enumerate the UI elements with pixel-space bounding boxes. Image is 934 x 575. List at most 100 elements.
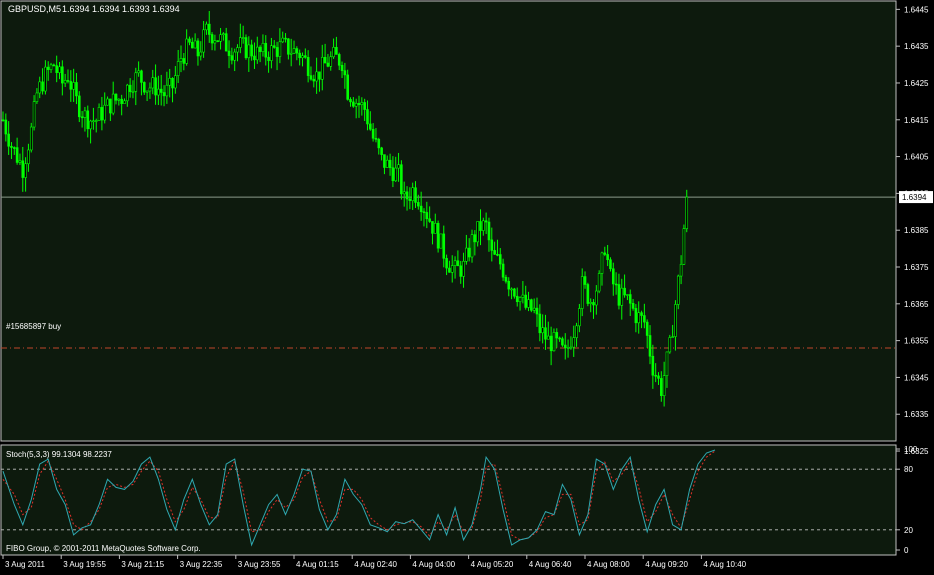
- candle-body: [498, 254, 502, 265]
- time-tick-label: 4 Aug 05:20: [471, 560, 514, 569]
- candle-body: [301, 55, 304, 59]
- candle-body: [335, 46, 338, 55]
- candle-body: [49, 64, 53, 70]
- candle-body: [637, 312, 641, 324]
- candle-body: [312, 78, 316, 82]
- candle-body: [142, 82, 146, 93]
- price-tick-label: 1.6355: [904, 337, 929, 346]
- price-pane[interactable]: 1.64451.64351.64251.64151.64051.63951.63…: [0, 0, 933, 456]
- candle-body: [287, 38, 290, 55]
- stochastic-pane[interactable]: 100 80 20 0 Stoch(5,3,3) 99.1304 98.2237 FI…: [0, 444, 918, 556]
- candle-body: [482, 220, 485, 231]
- candle-body: [261, 43, 265, 52]
- candle-body: [213, 40, 217, 44]
- candle-body: [453, 260, 457, 266]
- candle-body: [10, 145, 13, 148]
- candle-body: [660, 378, 663, 397]
- candle-body: [13, 147, 16, 149]
- candle-body: [541, 327, 544, 334]
- candle-body: [665, 351, 669, 376]
- candle-body: [219, 34, 222, 42]
- candle-body: [352, 101, 355, 107]
- candle-body: [275, 47, 279, 57]
- candle-body: [643, 315, 646, 323]
- candle-body: [563, 344, 567, 349]
- candle-body: [419, 205, 423, 213]
- candle-body: [363, 102, 366, 110]
- candle-body: [547, 335, 550, 340]
- candle-body: [628, 294, 632, 304]
- candle-body: [15, 147, 19, 163]
- candle-body: [357, 103, 361, 106]
- candle-body: [487, 221, 491, 241]
- candle-body: [258, 46, 262, 52]
- candle-body: [106, 98, 109, 106]
- time-tick-label: 3 Aug 19:55: [63, 560, 106, 569]
- candle-body: [329, 56, 333, 67]
- price-tick-label: 1.6415: [904, 116, 929, 125]
- candle-body: [442, 233, 446, 259]
- time-tick-label: 4 Aug 01:15: [296, 560, 339, 569]
- candle-body: [527, 299, 530, 308]
- candle-body: [94, 120, 98, 122]
- candle-body: [315, 71, 318, 82]
- candle-body: [58, 66, 61, 73]
- candle-body: [496, 253, 499, 256]
- candle-body: [682, 228, 686, 265]
- candle-body: [292, 48, 296, 54]
- candle-body: [467, 247, 471, 258]
- candle-body: [193, 40, 197, 49]
- candle-body: [151, 77, 155, 89]
- candle-body: [120, 98, 123, 104]
- candle-body: [530, 299, 533, 311]
- candle-body: [52, 64, 56, 67]
- time-tick-label: 4 Aug 10:40: [703, 560, 746, 569]
- candle-body: [134, 72, 138, 92]
- time-tick-label: 3 Aug 21:15: [121, 560, 164, 569]
- price-tick-label: 1.6445: [904, 5, 929, 14]
- candle-body: [29, 126, 33, 151]
- candle-body: [145, 90, 149, 93]
- chart-canvas[interactable]: 1.64451.64351.64251.64151.64051.63951.63…: [0, 0, 934, 570]
- candle-body: [445, 258, 448, 269]
- candle-body: [224, 33, 228, 52]
- candle-body: [250, 44, 253, 57]
- candle-body: [323, 57, 327, 64]
- candle-body: [162, 92, 166, 97]
- candle-body: [640, 312, 643, 316]
- candle-body: [668, 337, 672, 353]
- candle-body: [188, 38, 191, 43]
- candle-body: [606, 254, 609, 261]
- candle-body: [631, 302, 635, 309]
- candle-body: [405, 191, 409, 200]
- candle-body: [473, 234, 477, 243]
- candle-body: [383, 154, 386, 168]
- candle-body: [205, 23, 208, 31]
- candle-body: [609, 259, 612, 270]
- time-tick-label: 4 Aug 06:40: [529, 560, 572, 569]
- candle-body: [544, 327, 547, 340]
- candle-body: [284, 37, 287, 40]
- candle-body: [408, 198, 412, 201]
- candle-body: [501, 263, 505, 278]
- candle-body: [374, 137, 378, 140]
- candle-body: [572, 337, 576, 348]
- price-pane-frame: [0, 0, 897, 442]
- candle-body: [589, 302, 592, 304]
- candle-body: [380, 147, 383, 155]
- candle-body: [35, 92, 39, 102]
- candle-body: [388, 159, 392, 168]
- candle-body: [244, 37, 248, 59]
- candle-body: [674, 304, 677, 337]
- candle-body: [569, 346, 573, 349]
- candle-body: [651, 355, 655, 376]
- candle-body: [171, 77, 174, 89]
- candle-body: [1, 119, 5, 122]
- candle-body: [580, 276, 584, 309]
- candle-body: [626, 294, 629, 296]
- candle-body: [44, 66, 47, 92]
- candle-body: [623, 287, 626, 296]
- candle-body: [459, 265, 463, 277]
- candle-body: [230, 55, 234, 61]
- candle-body: [46, 66, 50, 70]
